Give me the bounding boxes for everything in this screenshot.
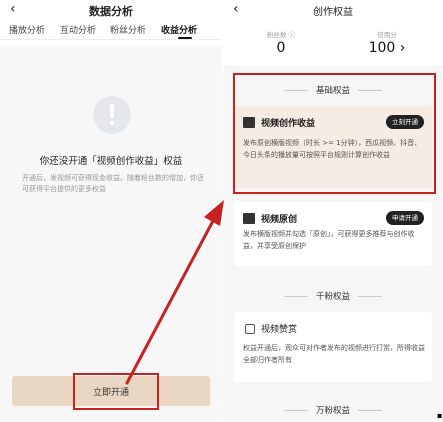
card-description: 发布横版视频并勾选「原创」，可获得更多推荐与创作收益，并享受原创保护 bbox=[243, 230, 415, 250]
thumbs-up-icon bbox=[245, 324, 255, 334]
section-title-thousand-fans: 千粉权益 bbox=[223, 290, 443, 302]
dot-mark: ▪ bbox=[437, 411, 443, 420]
right-screen: ‹ 创作权益 粉丝数 ⓘ 0 信用分 100 › 基础权益 视频创作收益 立刻开… bbox=[223, 0, 443, 422]
credit-score-label: 信用分 bbox=[377, 31, 397, 39]
card-title: 视频原创 bbox=[261, 215, 298, 225]
empty-state-heading: 你还没开通「视频创作收益」权益 bbox=[39, 156, 183, 167]
fans-count-value: 0 bbox=[276, 40, 286, 56]
section-title-ten-thousand-fans: 万粉权益 bbox=[223, 404, 443, 416]
card-description: 权益开通后，观众可对作者发布的视频进行打赏，所得收益全部归作者所有 bbox=[243, 344, 425, 364]
page-title: 创作权益 bbox=[313, 7, 353, 18]
exclamation-icon bbox=[93, 96, 131, 134]
left-header: ‹ 数据分析 bbox=[0, 0, 222, 20]
tab-fans-analysis[interactable]: 粉丝分析 bbox=[110, 23, 146, 36]
annotation-box-open-button bbox=[73, 373, 159, 410]
empty-state-description: 开通后，发视频可获得现金收益。随着粉丝数的增加，你还可获得平台提供的更多权益 bbox=[22, 174, 204, 193]
page-title: 数据分析 bbox=[89, 5, 133, 18]
fans-count-label: 粉丝数 ⓘ bbox=[266, 31, 296, 39]
card-title: 视频赞赏 bbox=[261, 325, 298, 335]
apply-original-button[interactable]: 申请开通 bbox=[386, 211, 424, 225]
tab-income-analysis[interactable]: 收益分析 bbox=[161, 23, 197, 36]
annotation-box-creation-income bbox=[233, 73, 436, 194]
empty-state-panel: 你还没开通「视频创作收益」权益 开通后，发视频可获得现金收益。随着粉丝数的增加，… bbox=[0, 46, 222, 422]
card-video-tip: 视频赞赏 权益开通后，观众可对作者发布的视频进行打赏，所得收益全部归作者所有 bbox=[234, 312, 432, 382]
tab-play-analysis[interactable]: 播放分析 bbox=[9, 23, 45, 36]
credit-score-value[interactable]: 100 › bbox=[363, 40, 411, 56]
left-screen: ‹ 数据分析 播放分析 互动分析 粉丝分析 收益分析 你还没开通「视频创作收益」… bbox=[0, 0, 222, 422]
card-original: 视频原创 申请开通 发布横版视频并勾选「原创」，可获得更多推荐与创作收益，并享受… bbox=[234, 202, 432, 266]
tab-interaction-analysis[interactable]: 互动分析 bbox=[60, 23, 96, 36]
divider bbox=[0, 39, 222, 40]
video-camera-icon bbox=[243, 213, 255, 224]
